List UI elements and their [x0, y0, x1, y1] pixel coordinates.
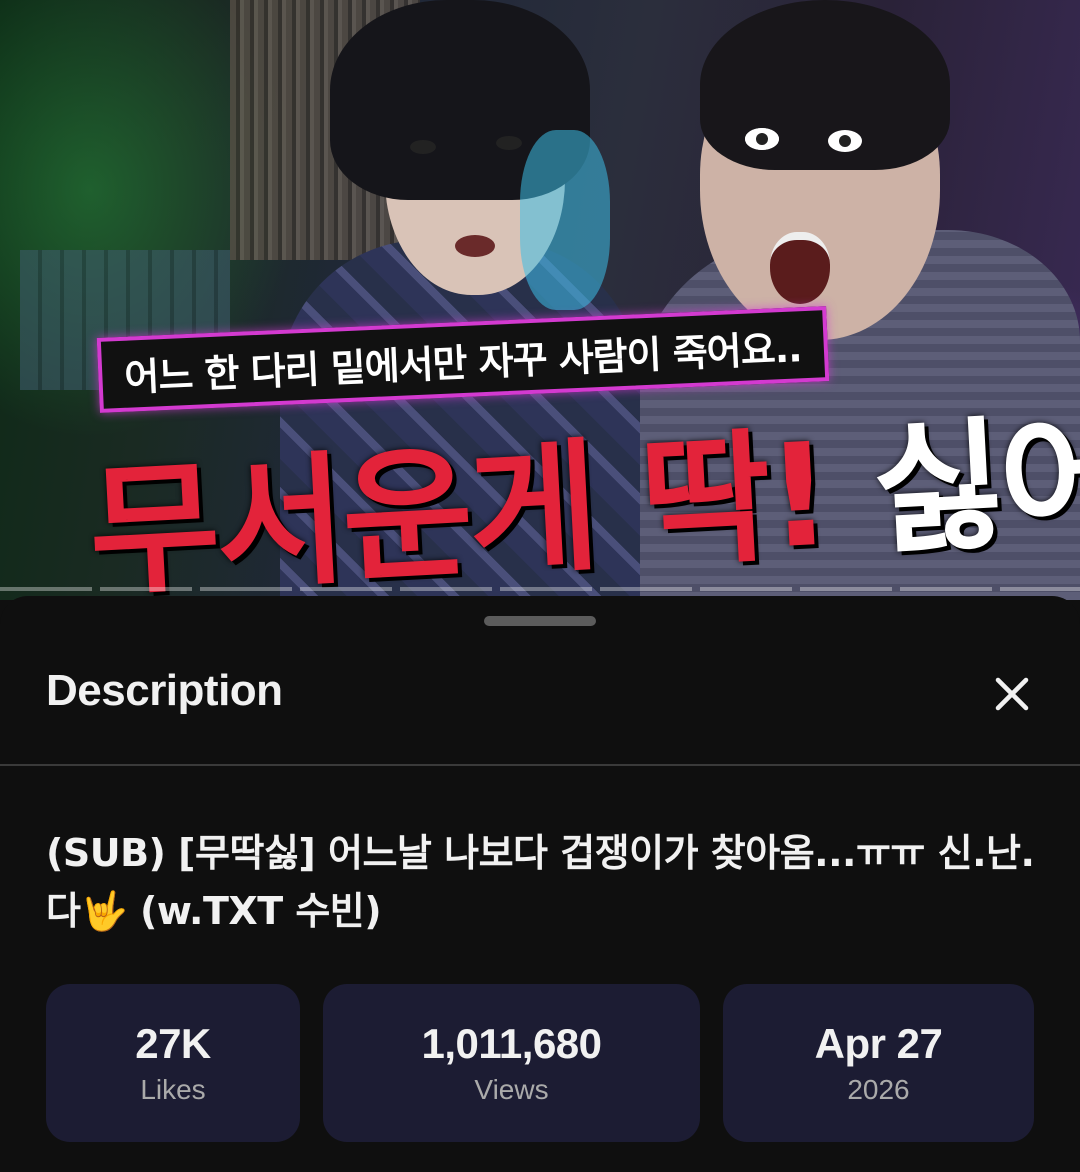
drag-handle[interactable]	[484, 616, 596, 626]
views-count: 1,011,680	[421, 1020, 602, 1067]
person-left-eye	[496, 136, 522, 150]
person-left-mouth	[455, 235, 495, 257]
headline-word-2: 딱!	[636, 412, 833, 588]
close-button[interactable]	[982, 664, 1042, 724]
views-card: 1,011,680 Views	[323, 984, 700, 1142]
sheet-title: Description	[46, 666, 283, 715]
views-label: Views	[474, 1074, 549, 1105]
likes-count: 27K	[135, 1020, 211, 1067]
person-right-pupil	[839, 135, 851, 147]
person-right-mouth	[770, 232, 830, 304]
video-title: (SUB) [무딱싫] 어느날 나보다 겁쟁이가 찾아옴...ㅠㅠ 신.난.다🤟…	[46, 831, 1035, 933]
person-left-eye	[410, 140, 436, 154]
headline-word-3: 싫어	[868, 396, 1080, 575]
upload-year: 2026	[847, 1074, 910, 1105]
upload-date: Apr 27	[814, 1020, 943, 1067]
close-icon	[995, 677, 1029, 711]
headline-word-1: 무서운게	[85, 424, 600, 600]
divider	[0, 764, 1080, 766]
description-sheet: Description (SUB) [무딱싫] 어느날 나보다 겁쟁이가 찾아옴…	[0, 596, 1080, 1172]
video-thumbnail[interactable]: 어느 한 다리 밑에서만 자꾸 사람이 죽어요.. 무서운게 딱! 싫어	[0, 0, 1080, 600]
person-right-hair	[700, 0, 950, 170]
video-progress-track[interactable]	[0, 587, 1080, 591]
paint-splash	[520, 130, 610, 310]
likes-card: 27K Likes	[46, 984, 300, 1142]
date-card: Apr 27 2026	[723, 984, 1034, 1142]
likes-label: Likes	[140, 1074, 206, 1105]
person-right-pupil	[756, 133, 768, 145]
